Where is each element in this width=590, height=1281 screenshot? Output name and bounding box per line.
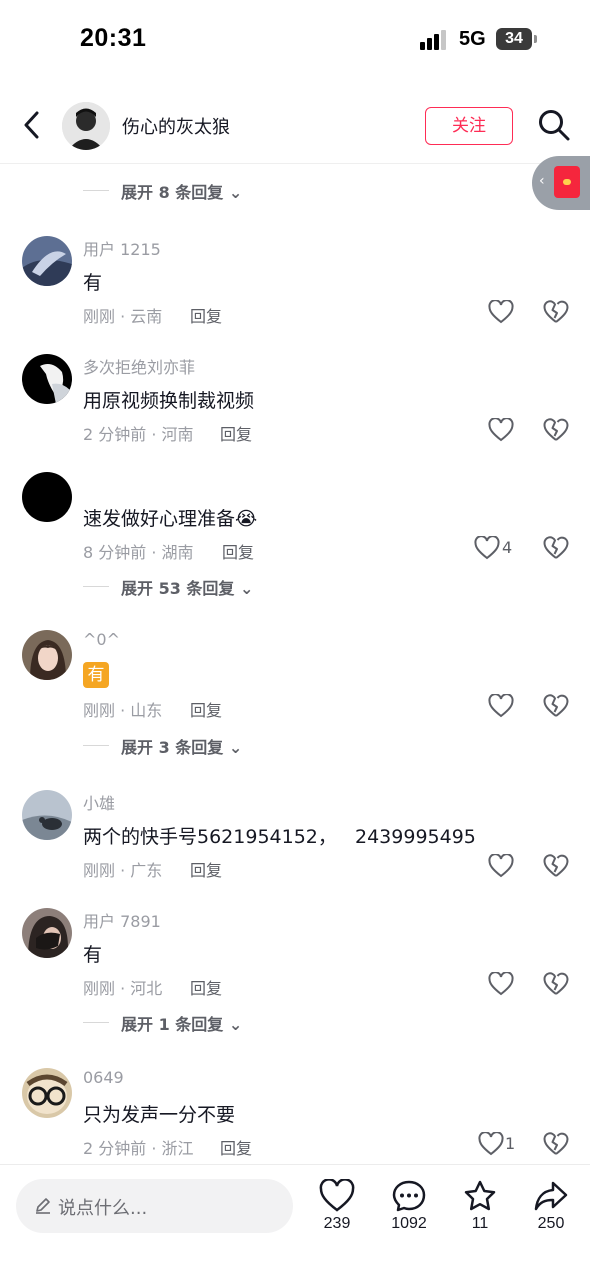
reply-button[interactable]: 回复 — [222, 539, 254, 563]
broken-heart-icon[interactable] — [542, 693, 570, 719]
network-type: 5G — [459, 28, 486, 50]
star-icon — [464, 1180, 496, 1211]
status-time: 20:31 — [80, 24, 147, 52]
comment-input[interactable]: 说点什么... — [16, 1179, 293, 1233]
comment-button[interactable]: 1092 — [379, 1179, 439, 1233]
follow-button[interactable]: 关注 — [425, 107, 513, 145]
comment-count: 1092 — [391, 1215, 427, 1232]
broken-heart-icon[interactable] — [542, 853, 570, 879]
header-divider — [0, 163, 590, 164]
header-username[interactable]: 伤心的灰太狼 — [122, 113, 230, 139]
broken-heart-icon[interactable] — [542, 299, 570, 325]
reply-button[interactable]: 回复 — [190, 697, 222, 721]
broken-heart-icon[interactable] — [542, 535, 570, 561]
comment-username[interactable]: ^0^ — [83, 630, 120, 649]
chevron-down-icon: ⌄ — [228, 1015, 243, 1034]
avatar[interactable] — [22, 236, 72, 286]
chevron-down-icon: ⌄ — [228, 183, 243, 202]
comment-meta: 刚刚 · 河北 — [83, 979, 163, 998]
avatar[interactable] — [22, 790, 72, 840]
share-button[interactable]: 250 — [521, 1179, 581, 1233]
avatar[interactable] — [22, 472, 72, 522]
share-count: 250 — [537, 1215, 565, 1232]
comment-meta: 刚刚 · 广东 — [83, 861, 163, 880]
avatar[interactable] — [22, 1068, 72, 1118]
status-bar: 20:31 5G 34 — [0, 0, 590, 80]
avatar[interactable] — [22, 908, 72, 958]
comment-username[interactable]: 用户 1215 — [83, 236, 161, 260]
favorite-button[interactable]: 11 — [450, 1179, 510, 1233]
avatar[interactable] — [22, 630, 72, 680]
header-avatar[interactable] — [62, 102, 110, 150]
share-icon — [534, 1181, 568, 1211]
heart-icon[interactable] — [474, 535, 500, 560]
red-envelope-tab[interactable]: ‹ — [532, 156, 590, 210]
comment-text: 用原视频换制裁视频 — [83, 390, 255, 412]
like-count: 239 — [323, 1215, 351, 1232]
red-envelope-icon — [554, 166, 580, 198]
chevron-down-icon: ⌄ — [240, 579, 254, 598]
reply-button[interactable]: 回复 — [190, 857, 222, 881]
comment-username[interactable]: 0649 — [83, 1068, 124, 1087]
comment-meta: 2 分钟前 · 河南 — [83, 425, 194, 444]
comment-meta: 2 分钟前 · 浙江 — [83, 1139, 194, 1158]
broken-heart-icon[interactable] — [542, 417, 570, 443]
heart-icon[interactable] — [488, 417, 514, 442]
comment-meta: 刚刚 · 山东 — [83, 701, 163, 720]
chevron-down-icon: ⌄ — [228, 738, 243, 757]
like-count: 1 — [505, 1134, 516, 1153]
comment-icon — [392, 1180, 426, 1212]
search-icon[interactable] — [537, 108, 571, 142]
reply-button[interactable]: 回复 — [190, 303, 222, 327]
back-icon[interactable] — [18, 108, 48, 142]
comment-text: 速发做好心理准备😭 — [83, 508, 258, 530]
battery-tip — [534, 35, 537, 43]
edit-icon — [34, 1196, 52, 1214]
signal-icon — [420, 30, 450, 50]
broken-heart-icon[interactable] — [542, 1131, 570, 1157]
heart-icon[interactable] — [488, 971, 514, 996]
heart-icon[interactable] — [488, 853, 514, 878]
expand-replies-label: 展开 8 条回复 ⌄ — [121, 183, 243, 202]
reply-button[interactable]: 回复 — [220, 421, 252, 445]
heart-icon[interactable] — [488, 693, 514, 718]
comment-emoji-badge: 有 — [83, 662, 109, 688]
heart-icon[interactable] — [478, 1131, 504, 1156]
comment-text: 只为发声一分不要 — [83, 1104, 236, 1126]
expand-replies-label: 展开 3 条回复 ⌄ — [121, 738, 243, 757]
heart-icon — [319, 1179, 355, 1212]
chevron-left-icon: ‹ — [539, 173, 545, 189]
comment-text: 有 — [83, 944, 103, 966]
like-count: 4 — [502, 538, 513, 557]
battery-icon: 34 — [496, 28, 532, 50]
favorite-count: 11 — [471, 1215, 489, 1232]
heart-icon[interactable] — [488, 299, 514, 324]
avatar[interactable] — [22, 354, 72, 404]
broken-heart-icon[interactable] — [542, 971, 570, 997]
bottom-bar: 说点什么... 239 1092 11 250 — [0, 1164, 590, 1281]
comment-username[interactable]: 多次拒绝刘亦菲 — [83, 354, 195, 378]
comment-meta: 8 分钟前 · 湖南 — [83, 543, 194, 562]
comment-username[interactable]: 小雄 — [83, 790, 115, 814]
comment-text: 两个的快手号5621954152， 2439995495 — [83, 826, 476, 848]
comment-meta: 刚刚 · 云南 — [83, 307, 163, 326]
expand-replies-label: 展开 53 条回复 ⌄ — [121, 579, 254, 598]
expand-replies-label: 展开 1 条回复 ⌄ — [121, 1015, 243, 1034]
reply-button[interactable]: 回复 — [190, 975, 222, 999]
header: 伤心的灰太狼 关注 — [0, 96, 590, 160]
comment-username[interactable]: 用户 7891 — [83, 908, 161, 932]
comment-text: 有 — [83, 272, 103, 294]
comment-input-placeholder: 说点什么... — [58, 1198, 148, 1219]
like-button[interactable]: 239 — [307, 1179, 367, 1233]
reply-button[interactable]: 回复 — [220, 1135, 252, 1159]
